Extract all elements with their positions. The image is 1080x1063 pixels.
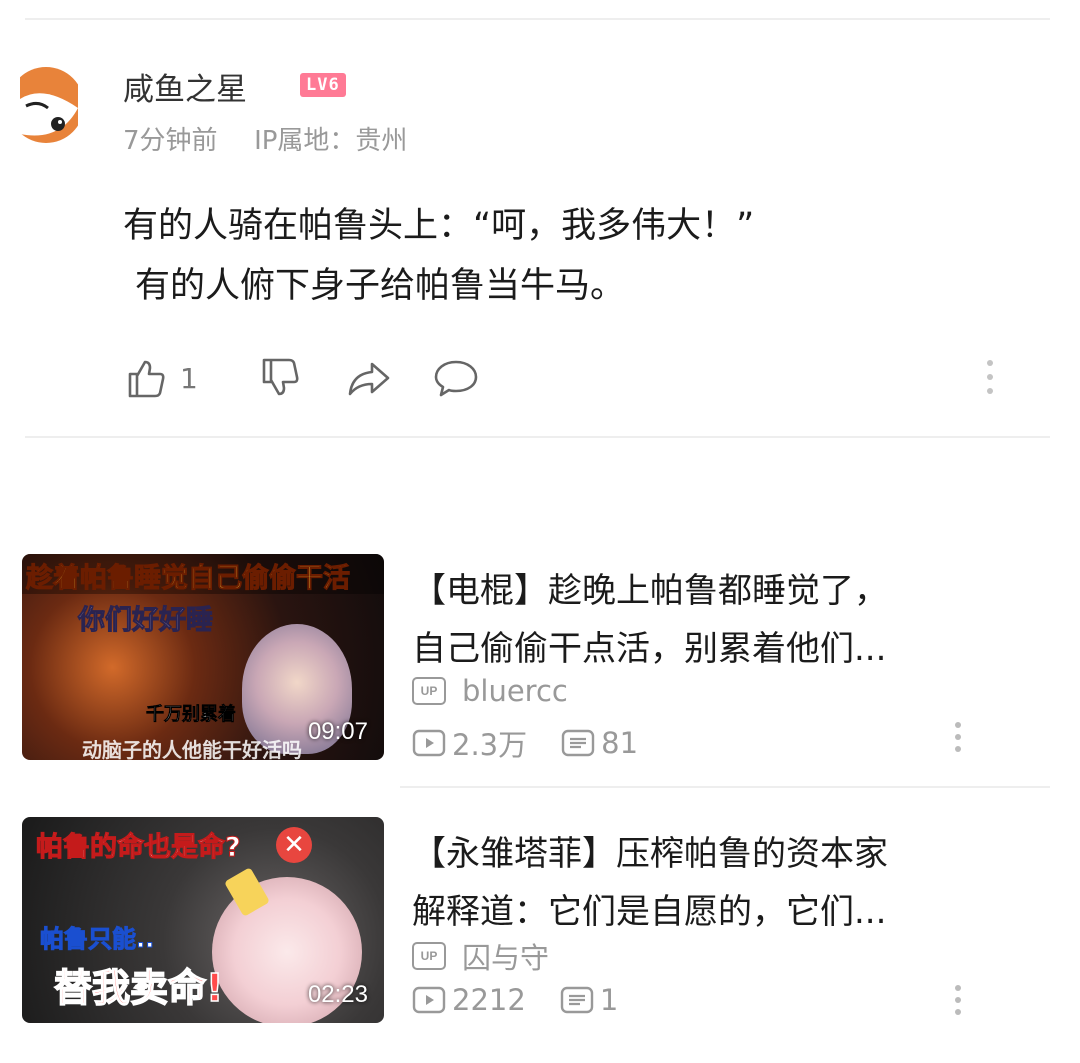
comment-divider (25, 436, 1050, 438)
comment-text: 有的人骑在帕鲁头上：“呵，我多伟大！” 有的人俯下身子给帕鲁当牛马。 (123, 196, 1023, 316)
danmaku-count: 1 (599, 983, 619, 1017)
danmaku-count: 81 (601, 726, 639, 760)
like-count: 1 (180, 361, 198, 395)
card-divider (400, 786, 1050, 788)
uploader[interactable]: UP 囚与守 (412, 935, 549, 977)
username[interactable]: 咸鱼之星 (123, 64, 247, 109)
more-icon[interactable] (952, 722, 964, 758)
video-stats: 2212 1 (412, 983, 618, 1017)
up-icon: UP (412, 677, 446, 705)
like-icon (128, 360, 165, 398)
video-title[interactable]: 【电棍】趁晚上帕鲁都睡觉了， 自己偷偷干点活，别累着他们... (412, 562, 982, 678)
up-icon: UP (412, 942, 446, 970)
video-thumbnail[interactable]: 趁着帕鲁睡觉自己偷偷干活 你们好好睡 千万别累着 动脑子的人他能干好活吗 09:… (22, 554, 384, 760)
video-duration: 02:23 (307, 981, 368, 1008)
share-button[interactable] (344, 354, 392, 402)
reply-icon (434, 360, 478, 397)
thumb-caption-top: 趁着帕鲁睡觉自己偷偷干活 (26, 563, 351, 595)
danmaku-icon (560, 986, 594, 1014)
avatar[interactable] (20, 62, 78, 148)
thumb-caption-bottom: 动脑子的人他能干好活吗 (82, 738, 302, 760)
play-count-icon (412, 986, 446, 1014)
video-title-line-2: 自己偷偷干点活，别累着他们... (412, 629, 887, 669)
thumb-caption-mid: 你们好好睡 (78, 605, 214, 637)
reply-button[interactable] (432, 354, 480, 402)
uploader[interactable]: UP bluercc (412, 674, 568, 708)
comment-meta: 7分钟前 IP属地：贵州 (123, 120, 407, 157)
thumb-caption-small: 千万别累着 (146, 704, 237, 726)
dislike-button[interactable] (256, 354, 304, 402)
thumb-caption-big: 替我卖命! (53, 965, 224, 1011)
comment-line-2: 有的人俯下身子给帕鲁当牛马。 (135, 266, 626, 306)
uploader-name: 囚与守 (462, 941, 550, 975)
top-divider (25, 18, 1050, 20)
thumb-caption-mid: 帕鲁只能.. (39, 925, 155, 954)
video-stats: 2.3万 81 (412, 722, 638, 764)
level-badge: LV6 (300, 73, 346, 97)
video-title-line-1: 【永雏塔菲】压榨帕鲁的资本家 (412, 834, 888, 874)
more-icon[interactable] (980, 360, 1000, 404)
comment-time: 7分钟前 (123, 126, 218, 156)
like-button[interactable]: 1 (122, 354, 216, 402)
video-title[interactable]: 【永雏塔菲】压榨帕鲁的资本家 解释道：它们是自愿的，它们... (412, 825, 982, 941)
ip-location: IP属地：贵州 (254, 126, 408, 156)
video-title-line-2: 解释道：它们是自愿的，它们... (412, 892, 887, 932)
cross-icon: ✕ (276, 827, 312, 863)
view-count: 2.3万 (452, 728, 528, 762)
dislike-icon (262, 358, 299, 396)
comment-line-1: 有的人骑在帕鲁头上：“呵，我多伟大！” (123, 206, 755, 246)
video-card[interactable]: 趁着帕鲁睡觉自己偷偷干活 你们好好睡 千万别累着 动脑子的人他能干好活吗 09:… (22, 554, 1022, 764)
share-icon (348, 362, 390, 396)
video-duration: 09:07 (307, 718, 368, 745)
more-icon[interactable] (952, 985, 964, 1021)
uploader-name: bluercc (462, 674, 568, 708)
video-title-line-1: 【电棍】趁晚上帕鲁都睡觉了， (412, 571, 888, 611)
thumb-caption-top: 帕鲁的命也是命? (36, 832, 242, 864)
comment-actions: 1 (122, 352, 520, 404)
video-thumbnail[interactable]: 帕鲁的命也是命? ✕ 帕鲁只能.. 替我卖命! 02:23 (22, 817, 384, 1023)
view-count: 2212 (452, 983, 526, 1017)
danmaku-icon (561, 729, 595, 757)
play-count-icon (412, 729, 446, 757)
video-card[interactable]: 帕鲁的命也是命? ✕ 帕鲁只能.. 替我卖命! 02:23 【永雏塔菲】压榨帕鲁… (22, 817, 1022, 1027)
